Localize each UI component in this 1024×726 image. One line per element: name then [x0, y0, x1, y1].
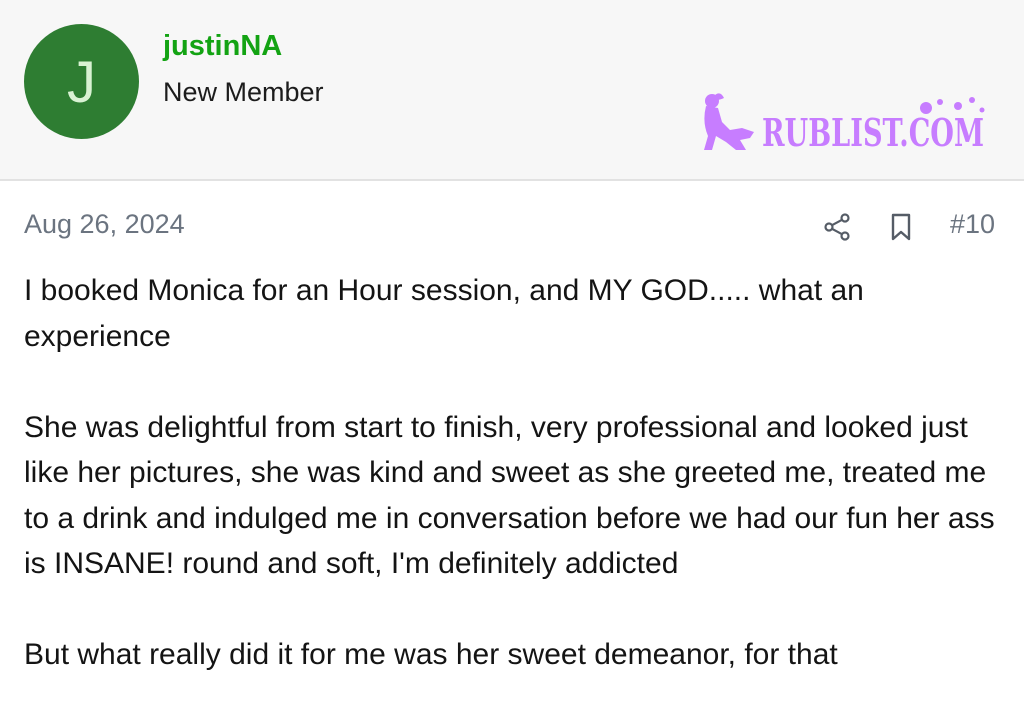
user-title: New Member	[163, 77, 324, 107]
username-link[interactable]: justinNA	[163, 30, 282, 63]
avatar-letter: J	[67, 49, 96, 115]
post-number-link[interactable]: #10	[950, 209, 995, 240]
figure-silhouette-icon	[704, 93, 754, 150]
rublist-watermark-logo: RUBLIST.COM	[704, 93, 985, 155]
watermark-text: RUBLIST.COM	[762, 110, 984, 155]
post-message-body: I booked Monica for an Hour session, and…	[24, 268, 1009, 723]
post-paragraph: I booked Monica for an Hour session, and…	[24, 274, 864, 353]
post-author-header: J justinNA New Member RUBLIST.COM	[0, 0, 1024, 181]
share-icon[interactable]	[822, 212, 852, 242]
bookmark-icon[interactable]	[887, 212, 915, 242]
post-paragraph: But what really did it for me was her sw…	[24, 638, 838, 671]
avatar[interactable]: J	[24, 24, 139, 139]
post-date[interactable]: Aug 26, 2024	[24, 209, 185, 240]
post-paragraph: She was delightful from start to finish,…	[24, 410, 995, 581]
